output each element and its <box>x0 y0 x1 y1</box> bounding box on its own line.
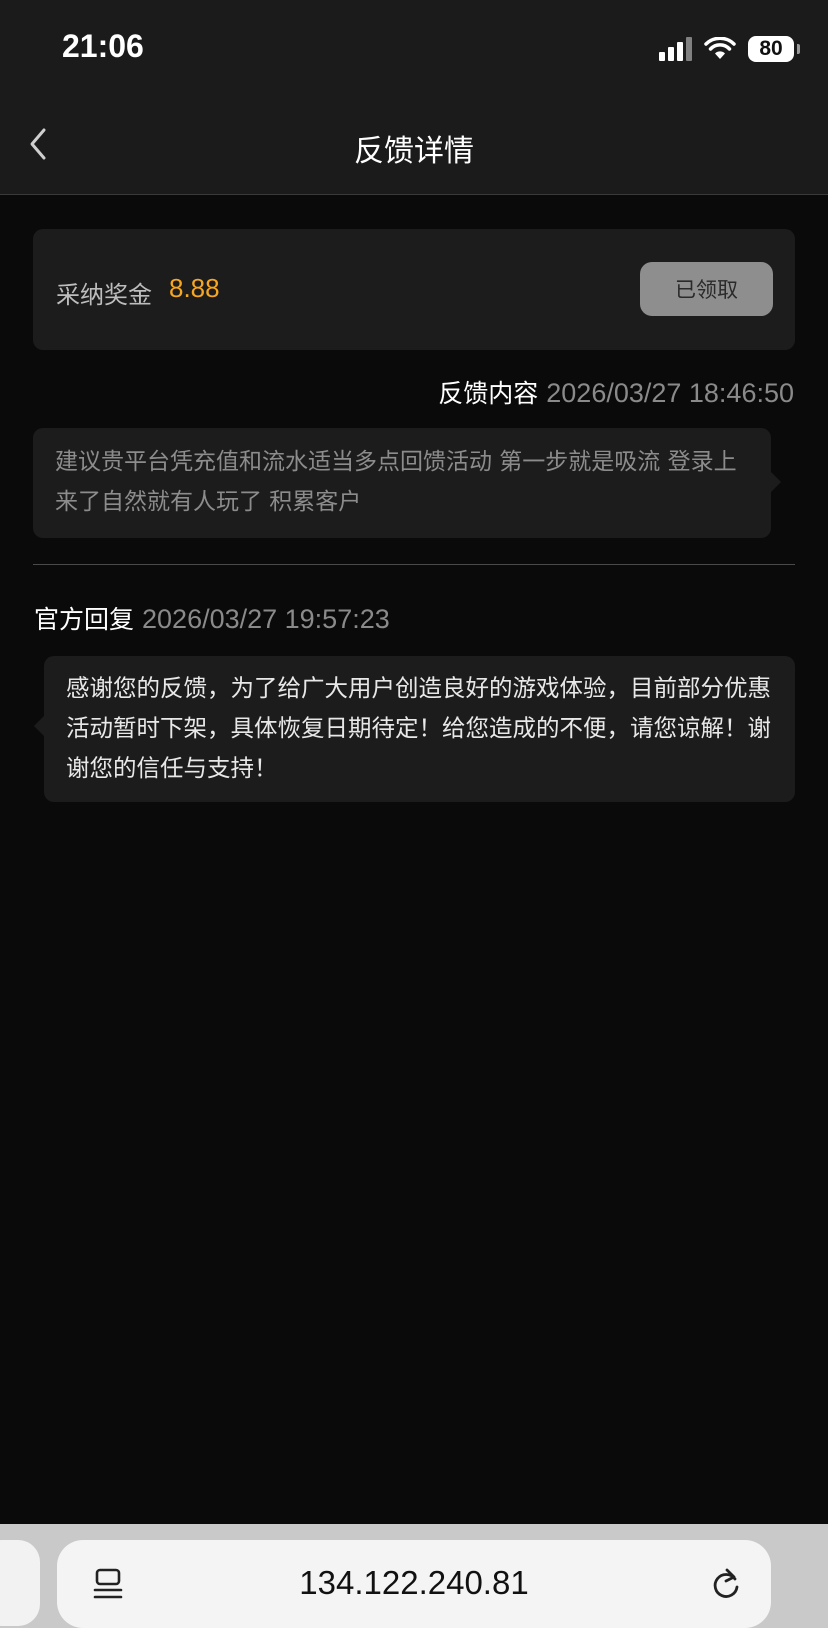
url-text[interactable]: 134.122.240.81 <box>57 1564 771 1602</box>
reply-bubble: 感谢您的反馈，为了给广大用户创造良好的游戏体验，目前部分优惠活动暂时下架，具体恢… <box>34 656 795 802</box>
battery-icon: 80 <box>748 36 800 62</box>
status-icons: 80 <box>659 34 800 64</box>
nav-bar: 反馈详情 <box>0 96 828 195</box>
page-title: 反馈详情 <box>354 134 474 169</box>
battery-level: 80 <box>759 37 783 60</box>
divider <box>33 564 795 565</box>
wifi-icon <box>704 37 736 59</box>
feedback-time: 2026/03/27 18:46:50 <box>546 378 794 408</box>
previous-tab[interactable] <box>0 1540 40 1626</box>
feedback-bubble: 建议贵平台凭充值和流水适当多点回馈活动 第一步就是吸流 登录上来了自然就有人玩了… <box>33 428 781 538</box>
reply-time: 2026/03/27 19:57:23 <box>142 604 390 634</box>
reply-label: 官方回复 <box>34 605 135 634</box>
address-bar[interactable]: 134.122.240.81 <box>57 1540 771 1628</box>
browser-bar: 134.122.240.81 <box>0 1524 828 1628</box>
signal-icon <box>659 37 692 61</box>
claimed-button[interactable]: 已领取 <box>640 262 773 316</box>
reward-amount: 8.88 <box>169 273 220 303</box>
reward-label: 采纳奖金 <box>56 281 152 309</box>
reply-meta: 官方回复 2026/03/27 19:57:23 <box>34 600 390 636</box>
status-time: 21:06 <box>62 28 144 64</box>
reward-card: 采纳奖金 8.88 已领取 <box>33 229 795 350</box>
status-bar: 21:06 80 <box>0 0 828 96</box>
feedback-meta: 反馈内容 2026/03/27 18:46:50 <box>438 374 794 410</box>
reload-icon[interactable] <box>707 1566 745 1604</box>
feedback-label: 反馈内容 <box>438 379 539 408</box>
